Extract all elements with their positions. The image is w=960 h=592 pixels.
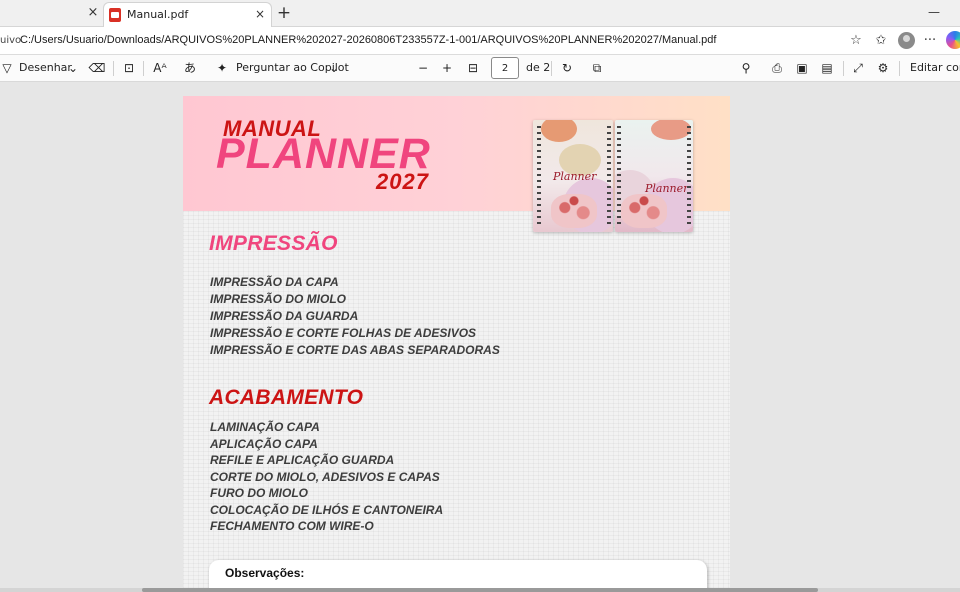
save-as-icon[interactable]: ▤ xyxy=(818,59,836,77)
list-item: COLOCAÇÃO DE ILHÓS E CANTONEIRA xyxy=(210,503,444,517)
close-tab-icon[interactable]: × xyxy=(252,6,268,22)
logo-year-text: 2027 xyxy=(376,169,429,194)
list-item: FECHAMENTO COM WIRE-O xyxy=(210,519,374,533)
pdf-viewer[interactable]: MANUAL PLANNER 2027 Planner Planner IMPR… xyxy=(0,82,960,592)
copilot-icon[interactable] xyxy=(946,31,960,49)
copilot-small-icon[interactable]: ✦ xyxy=(213,59,231,77)
chevron-down-icon[interactable]: ⌄ xyxy=(325,59,343,77)
tab-strip: × Manual.pdf × + — xyxy=(0,0,960,27)
star-icon[interactable]: ☆ xyxy=(846,31,866,51)
save-icon[interactable]: ▣ xyxy=(793,59,811,77)
mockup-script-text: Planner xyxy=(645,182,689,195)
mockup-script-text: Planner xyxy=(553,170,597,183)
list-item: IMPRESSÃO DA CAPA xyxy=(210,275,339,289)
url-field[interactable]: C:/Users/Usuario/Downloads/ARQUIVOS%20PL… xyxy=(20,34,716,46)
rotate-icon[interactable]: ↻ xyxy=(558,59,576,77)
list-item: IMPRESSÃO E CORTE DAS ABAS SEPARADORAS xyxy=(210,343,500,357)
divider xyxy=(843,61,844,76)
new-tab-icon[interactable]: + xyxy=(274,3,294,23)
divider xyxy=(899,61,900,76)
zoom-out-icon[interactable]: − xyxy=(414,59,432,77)
text-box-icon[interactable]: ⊡ xyxy=(120,59,138,77)
tab-title: Manual.pdf xyxy=(127,8,189,21)
pdf-toolbar: ▽ Desenhar ⌄ ⌫ ⊡ Aᴬ あ ✦ Perguntar ao Cop… xyxy=(0,55,960,82)
list-item: APLICAÇÃO CAPA xyxy=(210,437,318,451)
list-item: IMPRESSÃO DA GUARDA xyxy=(210,309,359,323)
section-heading-acabamento: ACABAMENTO xyxy=(209,386,364,409)
divider xyxy=(143,61,144,76)
eraser-icon[interactable]: ⌫ xyxy=(88,59,106,77)
list-item: IMPRESSÃO DO MIOLO xyxy=(210,292,347,306)
list-item: IMPRESSÃO E CORTE FOLHAS DE ADESIVOS xyxy=(210,326,477,340)
edit-with-button[interactable]: Editar com o xyxy=(910,59,960,77)
page-number-input[interactable] xyxy=(491,57,519,79)
expand-icon[interactable]: ⤢ xyxy=(849,59,867,77)
draw-icon[interactable]: ▽ xyxy=(0,59,16,77)
list-item: LAMINAÇÃO CAPA xyxy=(210,420,320,434)
page-total: de 2 xyxy=(526,61,551,74)
minimize-icon[interactable]: — xyxy=(924,2,944,22)
list-item: FURO DO MIOLO xyxy=(210,486,308,500)
avatar[interactable] xyxy=(898,32,915,49)
horizontal-scrollbar-thumb[interactable] xyxy=(142,588,818,592)
close-icon[interactable]: × xyxy=(84,4,102,22)
list-item: CORTE DO MIOLO, ADESIVOS E CAPAS xyxy=(210,470,440,484)
section-heading-impressao: IMPRESSÃO xyxy=(209,232,338,255)
chevron-down-icon[interactable]: ⌄ xyxy=(64,59,82,77)
divider xyxy=(551,61,552,76)
read-aloud-icon[interactable]: Aᴬ xyxy=(151,59,169,77)
pdf-page: MANUAL PLANNER 2027 Planner Planner IMPR… xyxy=(183,96,730,592)
settings-icon[interactable]: ⚙ xyxy=(874,59,892,77)
planner-mockup-image: Planner xyxy=(533,120,613,232)
zoom-in-icon[interactable]: + xyxy=(438,59,456,77)
address-bar: uivo C:/Users/Usuario/Downloads/ARQUIVOS… xyxy=(0,27,960,55)
more-icon[interactable]: ··· xyxy=(920,31,940,51)
divider xyxy=(113,61,114,76)
pdf-file-icon xyxy=(109,8,121,22)
translate-icon[interactable]: あ xyxy=(181,59,199,77)
planner-mockup-image: Planner xyxy=(615,120,693,232)
address-prefix: uivo xyxy=(0,35,22,46)
search-icon[interactable]: ⚲ xyxy=(737,59,755,77)
notes-label: Observações: xyxy=(225,566,305,580)
list-item: REFILE E APLICAÇÃO GUARDA xyxy=(210,453,395,467)
print-icon[interactable]: ⎙ xyxy=(768,59,786,77)
fit-page-icon[interactable]: ⊟ xyxy=(464,59,482,77)
favorites-icon[interactable]: ✩ xyxy=(871,31,891,51)
tab-manual-pdf[interactable]: Manual.pdf × xyxy=(103,2,272,27)
page-view-icon[interactable]: ⧉ xyxy=(588,59,606,77)
